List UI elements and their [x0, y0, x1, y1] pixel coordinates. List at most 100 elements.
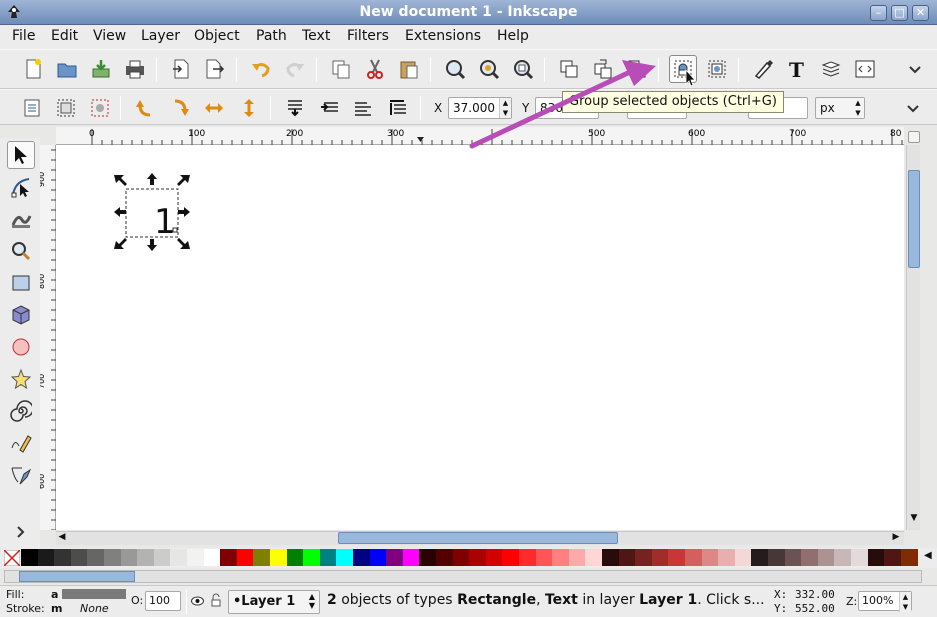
tool-controls-overflow-button[interactable] — [899, 94, 927, 122]
color-swatch[interactable] — [817, 549, 835, 566]
handle-left[interactable] — [114, 207, 126, 217]
zoom-drawing-button[interactable] — [475, 55, 503, 83]
copy-button[interactable] — [327, 55, 355, 83]
current-layer-select[interactable]: •Layer 1 ▲ ▼ — [228, 590, 320, 614]
more-tools-button[interactable] — [7, 518, 35, 546]
close-button[interactable]: ✕ — [912, 5, 929, 21]
eye-visibility-icon[interactable] — [191, 595, 204, 607]
toolbar-overflow-button[interactable] — [901, 55, 929, 83]
3d-box-tool[interactable] — [7, 301, 35, 329]
star-tool[interactable] — [7, 365, 35, 393]
color-swatch[interactable] — [618, 549, 636, 566]
paste-button[interactable] — [395, 55, 423, 83]
palette-scroll-thumb[interactable] — [19, 571, 135, 582]
units-select[interactable]: px ▲ ▼ — [815, 97, 865, 119]
handle-top[interactable] — [147, 173, 157, 185]
new-document-button[interactable] — [19, 55, 47, 83]
menu-help[interactable]: Help — [497, 28, 529, 44]
handle-right[interactable] — [178, 207, 190, 217]
handle-bottom-right[interactable] — [177, 238, 190, 249]
color-swatch[interactable] — [751, 549, 769, 566]
color-swatch[interactable] — [419, 549, 437, 566]
handle-top-right[interactable] — [177, 175, 190, 186]
print-button[interactable] — [121, 55, 149, 83]
rotate-ccw-button[interactable] — [131, 94, 159, 122]
stroke-none[interactable]: None — [80, 602, 109, 615]
color-swatch[interactable] — [469, 549, 487, 566]
menu-layer[interactable]: Layer — [141, 28, 180, 44]
color-swatch[interactable] — [635, 549, 653, 566]
ellipse-tool[interactable] — [7, 333, 35, 361]
vertical-scroll-thumb[interactable] — [908, 170, 920, 268]
color-swatch[interactable] — [21, 549, 38, 566]
import-button[interactable] — [87, 55, 115, 83]
menu-extensions[interactable]: Extensions — [405, 28, 481, 44]
fill-stroke-button[interactable] — [749, 55, 777, 83]
color-swatch[interactable] — [519, 549, 536, 566]
opacity-field[interactable]: 100 — [145, 591, 181, 611]
palette-scrollbar[interactable] — [4, 570, 922, 583]
menu-text[interactable]: Text — [302, 28, 330, 44]
color-swatch[interactable] — [651, 549, 669, 566]
color-swatch[interactable] — [801, 549, 819, 566]
color-swatch[interactable] — [685, 549, 702, 566]
vertical-ruler[interactable]: 900 800 700 600 — [37, 145, 56, 531]
cut-button[interactable] — [361, 55, 389, 83]
lower-button[interactable] — [315, 94, 343, 122]
color-swatch[interactable] — [104, 549, 121, 566]
fill-swatch[interactable] — [62, 589, 126, 599]
xml-editor-button[interactable] — [851, 55, 879, 83]
clone-button[interactable] — [589, 55, 617, 83]
color-swatch[interactable] — [37, 549, 55, 566]
color-swatch[interactable] — [535, 549, 553, 566]
zoom-selection-button[interactable] — [441, 55, 469, 83]
invert-selection-button[interactable] — [86, 94, 114, 122]
node-tool[interactable] — [7, 173, 35, 201]
raise-to-top-button[interactable] — [383, 94, 411, 122]
flip-vertical-button[interactable] — [235, 94, 263, 122]
color-swatch[interactable] — [369, 549, 387, 566]
x-spin-button[interactable]: ▲ ▼ — [499, 98, 511, 118]
color-swatch[interactable] — [602, 549, 619, 566]
rectangle-tool[interactable] — [7, 269, 35, 297]
menu-path[interactable]: Path — [256, 28, 287, 44]
color-swatch[interactable] — [54, 549, 72, 566]
color-swatch[interactable] — [402, 549, 420, 566]
color-swatch[interactable] — [452, 549, 470, 566]
zoom-page-button[interactable] — [509, 55, 537, 83]
menu-file[interactable]: File — [12, 28, 35, 44]
color-swatch[interactable] — [353, 549, 370, 566]
color-swatch[interactable] — [120, 549, 138, 566]
lower-to-bottom-button[interactable] — [281, 94, 309, 122]
group-button[interactable] — [669, 55, 697, 83]
scroll-right-arrow-icon[interactable]: ▶ — [890, 532, 902, 544]
text-font-button[interactable]: T — [783, 55, 811, 83]
palette-scroll-arrow-icon[interactable]: ◀ — [924, 550, 932, 561]
layers-button[interactable] — [817, 55, 845, 83]
color-swatch[interactable] — [436, 549, 453, 566]
menu-object[interactable]: Object — [194, 28, 240, 44]
tweak-tool[interactable] — [7, 205, 35, 233]
horizontal-scroll-thumb[interactable] — [338, 532, 618, 544]
color-swatch[interactable] — [203, 549, 221, 566]
text-handle[interactable] — [172, 227, 178, 233]
minimize-button[interactable]: – — [870, 5, 887, 21]
color-swatch[interactable] — [900, 549, 918, 566]
zoom-field[interactable]: 100% ▲ ▼ — [858, 591, 912, 612]
x-coordinate-field[interactable]: 37.000 ▲ ▼ — [448, 97, 512, 119]
vertical-scrollbar[interactable]: ▼ — [906, 131, 920, 530]
horizontal-ruler[interactable]: 0 100 200 300 500 600 700 80 — [56, 127, 933, 145]
canvas-text-object[interactable]: 1 — [154, 202, 176, 242]
color-swatch[interactable] — [153, 549, 171, 566]
color-swatch[interactable] — [668, 549, 686, 566]
open-button[interactable] — [53, 55, 81, 83]
select-all-layers-button[interactable] — [52, 94, 80, 122]
scroll-left-arrow-icon[interactable]: ◀ — [56, 532, 68, 544]
color-swatch[interactable] — [303, 549, 321, 566]
scroll-down-arrow-icon[interactable]: ▼ — [908, 513, 920, 527]
color-swatch[interactable] — [386, 549, 404, 566]
horizontal-scrollbar[interactable]: ◀ ▶ — [56, 531, 904, 545]
color-swatch[interactable] — [718, 549, 736, 566]
selector-tool[interactable] — [7, 141, 35, 169]
ungroup-button[interactable] — [703, 55, 731, 83]
